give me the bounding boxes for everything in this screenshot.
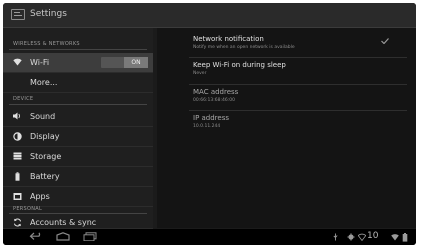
setting-title: Network notification	[193, 35, 264, 43]
battery-status-icon	[402, 233, 408, 244]
android-debug-icon	[347, 233, 355, 243]
wifi-toggle[interactable]: ON	[101, 57, 148, 68]
wifi-icon	[13, 58, 22, 67]
section-divider	[9, 49, 147, 50]
setting-divider	[189, 84, 407, 85]
sidebar-item-more[interactable]: More...	[3, 73, 153, 93]
sidebar-item-label: More...	[30, 78, 58, 87]
sidebar-item-label: Accounts & sync	[30, 218, 97, 227]
setting-keep-wifi-on-during-sleep[interactable]: Keep Wi-Fi on during sleep Never	[193, 61, 403, 76]
section-divider	[9, 104, 147, 105]
sidebar-item-label: Apps	[30, 192, 50, 201]
section-header-device: DEVICE	[13, 96, 34, 102]
sidebar-item-label: Wi-Fi	[30, 58, 50, 67]
setting-network-notification[interactable]: Network notification Notify me when an o…	[193, 35, 403, 50]
checkmark-icon[interactable]	[381, 38, 389, 44]
system-bar: 10	[3, 229, 416, 245]
setting-divider	[189, 57, 407, 58]
section-header-wireless: WIRELESS & NETWORKS	[13, 41, 80, 47]
wifi-toggle-state: ON	[124, 57, 148, 68]
sidebar-item-sound[interactable]: Sound	[3, 107, 153, 127]
settings-sidebar: WIRELESS & NETWORKS Wi-Fi ON More... DEV…	[3, 28, 153, 229]
speaker-icon	[13, 112, 22, 121]
app-title: Settings	[30, 9, 67, 19]
sidebar-item-wifi[interactable]: Wi-Fi ON	[3, 53, 153, 73]
home-button[interactable]	[56, 232, 70, 241]
tablet-screen: Settings WIRELESS & NETWORKS Wi-Fi ON Mo…	[3, 3, 416, 245]
usb-icon	[333, 233, 338, 243]
section-header-personal: PERSONAL	[13, 206, 43, 212]
apps-icon	[13, 192, 22, 201]
sidebar-item-battery[interactable]: Battery	[3, 167, 153, 187]
display-icon	[13, 132, 22, 141]
setting-subtitle: 00:66:13:68:46:00	[193, 98, 235, 103]
sidebar-item-display[interactable]: Display	[3, 127, 153, 147]
setting-title: Keep Wi-Fi on during sleep	[193, 61, 286, 69]
setting-mac-address: MAC address 00:66:13:68:46:00	[193, 88, 403, 103]
setting-title: MAC address	[193, 88, 239, 96]
sidebar-item-label: Storage	[30, 152, 62, 161]
setting-title: IP address	[193, 114, 230, 122]
wifi-status-icon	[391, 233, 399, 243]
sidebar-item-label: Battery	[30, 172, 60, 181]
recent-apps-button[interactable]	[83, 232, 97, 241]
settings-app-icon[interactable]	[11, 9, 25, 20]
storage-icon	[13, 152, 22, 161]
action-bar: Settings	[3, 3, 416, 28]
section-divider	[9, 213, 147, 214]
sidebar-item-apps[interactable]: Apps	[3, 187, 153, 207]
wifi-signal-icon	[357, 233, 367, 243]
setting-ip-address: IP address 10.0.11.244	[193, 114, 403, 129]
setting-subtitle: Notify me when an open network is availa…	[193, 45, 295, 50]
setting-subtitle: Never	[193, 71, 207, 76]
setting-subtitle: 10.0.11.244	[193, 124, 221, 129]
status-clock: 10	[367, 231, 379, 241]
setting-divider	[189, 110, 407, 111]
battery-icon	[13, 172, 22, 181]
wifi-settings-pane: Network notification Notify me when an o…	[157, 28, 416, 228]
sidebar-item-label: Display	[30, 132, 60, 141]
sidebar-item-accounts-sync[interactable]: Accounts & sync	[3, 215, 153, 229]
sync-icon	[13, 218, 22, 227]
back-button[interactable]	[29, 232, 45, 241]
sidebar-item-storage[interactable]: Storage	[3, 147, 153, 167]
sidebar-item-label: Sound	[30, 112, 56, 121]
